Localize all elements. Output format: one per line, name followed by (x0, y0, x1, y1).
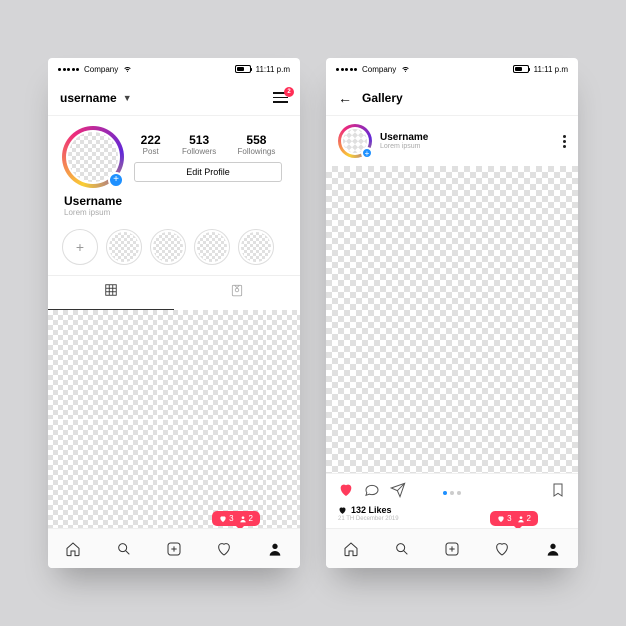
nav-profile[interactable] (544, 540, 562, 558)
nav-add[interactable] (165, 540, 183, 558)
user-icon (239, 515, 247, 523)
highlight-item[interactable] (238, 229, 274, 265)
grid-cell[interactable] (48, 310, 157, 419)
add-story-badge[interactable]: + (108, 172, 124, 188)
heart-small-icon (338, 506, 347, 515)
display-name: Username (64, 194, 284, 208)
search-icon (394, 541, 410, 557)
status-bar: Company 11:11 p.m (48, 58, 300, 80)
grid-cell[interactable] (158, 310, 267, 419)
grid-cell[interactable] (267, 310, 300, 419)
heart-outline-icon (216, 541, 232, 557)
battery-icon (513, 65, 529, 73)
username-dropdown[interactable]: username ▼ (60, 91, 132, 105)
carrier-label: Company (84, 65, 118, 74)
signal-dots-icon (58, 68, 79, 71)
highlights-row: + (48, 225, 300, 275)
nav-activity[interactable] (493, 540, 511, 558)
gallery-title: Gallery (362, 91, 403, 105)
post-username[interactable]: Username (380, 132, 428, 143)
menu-button[interactable]: 2 (273, 92, 288, 103)
activity-toast[interactable]: 3 2 (212, 511, 260, 526)
comment-icon (364, 482, 380, 498)
bottom-nav (326, 528, 578, 568)
post-grid (48, 310, 300, 528)
notification-badge: 2 (284, 87, 294, 97)
post-subtext: Lorem ipsum (380, 143, 428, 150)
edit-profile-button[interactable]: Edit Profile (134, 162, 282, 182)
nav-activity[interactable] (215, 540, 233, 558)
status-time: 11:11 p.m (256, 65, 290, 74)
profile-stats-section: + 222 Post 513 Followers 558 Followings … (48, 116, 300, 194)
comment-button[interactable] (364, 482, 380, 503)
grid-cell[interactable] (267, 420, 300, 529)
nav-search[interactable] (393, 540, 411, 558)
add-post-icon (166, 541, 182, 557)
nav-search[interactable] (115, 540, 133, 558)
share-icon (390, 482, 406, 498)
save-button[interactable] (550, 482, 566, 503)
post-actions (326, 473, 578, 505)
highlight-item[interactable] (150, 229, 186, 265)
profile-icon (267, 541, 283, 557)
stat-followers[interactable]: 513 Followers (182, 133, 216, 156)
chevron-down-icon: ▼ (123, 93, 132, 103)
tab-grid[interactable] (48, 276, 174, 310)
tagged-icon (230, 283, 244, 297)
grid-cell[interactable] (48, 420, 157, 529)
nav-home[interactable] (64, 540, 82, 558)
grid-icon (104, 283, 118, 297)
carousel-indicator (443, 491, 461, 495)
back-button[interactable]: ← (338, 90, 356, 106)
heart-icon (219, 515, 227, 523)
heart-outline-icon (494, 541, 510, 557)
highlight-add[interactable]: + (62, 229, 98, 265)
wifi-icon (401, 64, 410, 75)
heart-icon (497, 515, 505, 523)
post-more-button[interactable] (563, 135, 566, 148)
status-time: 11:11 p.m (534, 65, 568, 74)
gallery-header: ← Gallery (326, 80, 578, 116)
heart-filled-icon (338, 482, 354, 498)
battery-icon (235, 65, 251, 73)
share-button[interactable] (390, 482, 406, 503)
like-button[interactable] (338, 482, 354, 503)
plus-icon: + (76, 239, 84, 255)
bottom-nav (48, 528, 300, 568)
post-image[interactable] (326, 166, 578, 473)
nav-home[interactable] (342, 540, 360, 558)
status-bar: Company 11:11 p.m (326, 58, 578, 80)
bio-text: Lorem ipsum (64, 208, 284, 217)
nav-profile[interactable] (266, 540, 284, 558)
home-icon (65, 541, 81, 557)
post-date: 21 TH December 2019 (326, 515, 578, 528)
stat-posts[interactable]: 222 Post (141, 133, 161, 156)
carrier-label: Company (362, 65, 396, 74)
header-username: username (60, 91, 117, 105)
stat-followings[interactable]: 558 Followings (238, 133, 276, 156)
profile-header: username ▼ 2 (48, 80, 300, 116)
post-likes[interactable]: 132 Likes (326, 505, 578, 515)
profile-icon (545, 541, 561, 557)
nav-add[interactable] (443, 540, 461, 558)
bookmark-icon (550, 482, 566, 498)
profile-screen: Company 11:11 p.m username ▼ 2 + 222 (48, 58, 300, 568)
wifi-icon (123, 64, 132, 75)
highlight-item[interactable] (106, 229, 142, 265)
signal-dots-icon (336, 68, 357, 71)
add-story-badge[interactable]: + (361, 147, 373, 159)
post-header: + Username Lorem ipsum (326, 116, 578, 166)
post-avatar[interactable]: + (338, 124, 372, 158)
activity-toast[interactable]: 3 2 (490, 511, 538, 526)
home-icon (343, 541, 359, 557)
gallery-screen: Company 11:11 p.m ← Gallery + Username L… (326, 58, 578, 568)
search-icon (116, 541, 132, 557)
bio-section: Username Lorem ipsum (48, 194, 300, 225)
user-icon (517, 515, 525, 523)
highlight-item[interactable] (194, 229, 230, 265)
tab-tagged[interactable] (174, 276, 300, 310)
add-post-icon (444, 541, 460, 557)
profile-tabs (48, 275, 300, 310)
avatar[interactable]: + (62, 126, 124, 188)
